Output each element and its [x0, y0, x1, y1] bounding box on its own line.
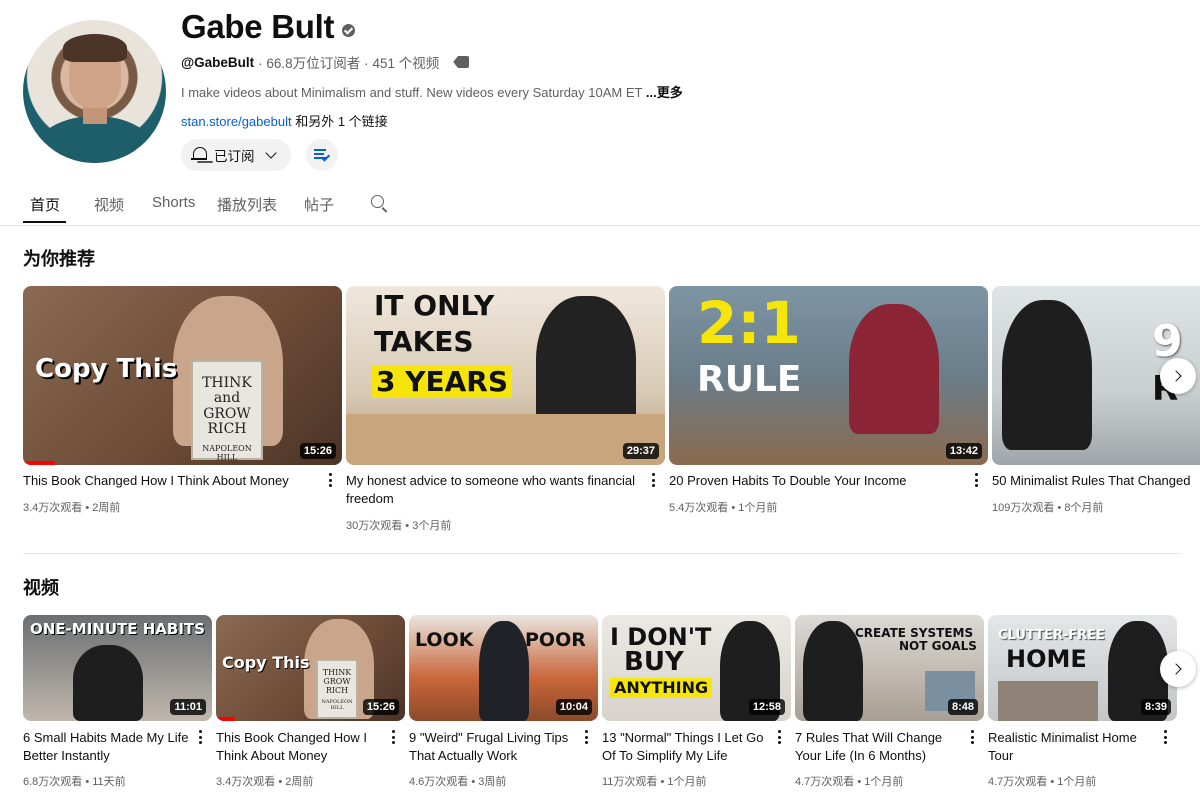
- channel-tabs: 首页 视频 Shorts 播放列表 帖子: [0, 186, 1200, 226]
- video-duration: 12:58: [748, 699, 785, 715]
- tag-icon[interactable]: [453, 56, 470, 68]
- video-thumbnail[interactable]: LOOK POOR 10:04: [409, 615, 598, 721]
- video-duration: 15:26: [362, 699, 399, 715]
- more-vert-icon[interactable]: [778, 730, 782, 746]
- video-meta: 4.6万次观看 • 3周前: [409, 776, 507, 788]
- video-meta: 4.7万次观看 • 1个月前: [795, 776, 904, 788]
- tab-videos[interactable]: 视频: [94, 194, 124, 215]
- more-vert-icon[interactable]: [585, 730, 589, 746]
- video-meta: 6.8万次观看 • 11天前: [23, 776, 126, 788]
- watch-progress-bar: [23, 461, 55, 465]
- chevron-down-icon: [264, 147, 277, 159]
- channel-name-text: Gabe Bult: [181, 8, 335, 45]
- tab-playlists[interactable]: 播放列表: [217, 194, 277, 215]
- video-meta: 5.4万次观看 • 1个月前: [669, 502, 778, 514]
- search-icon[interactable]: [371, 195, 384, 208]
- video-duration: 15:26: [299, 443, 336, 459]
- bell-icon: [191, 147, 207, 163]
- thumbnail-overlay-text: LOOK: [415, 629, 474, 651]
- video-thumbnail[interactable]: 2:1 RULE 13:42: [669, 286, 988, 465]
- book-image: THINK and GROW RICH NAPOLEON HILL: [191, 360, 263, 462]
- video-thumbnail[interactable]: CREATE SYSTEMS NOT GOALS 8:48: [795, 615, 984, 721]
- description-text: I make videos about Minimalism and stuff…: [181, 85, 643, 100]
- more-vert-icon[interactable]: [652, 473, 656, 489]
- section-title-videos: 视频: [23, 578, 59, 598]
- video-count: 451 个视频: [372, 56, 440, 71]
- video-title[interactable]: 9 "Weird" Frugal Living Tips That Actual…: [409, 729, 579, 765]
- channel-description[interactable]: I make videos about Minimalism and stuff…: [181, 82, 683, 101]
- video-title[interactable]: 13 "Normal" Things I Let Go Of To Simpli…: [602, 729, 772, 765]
- thumbnail-overlay-text: I DON'T: [610, 623, 712, 651]
- video-title[interactable]: 50 Minimalist Rules That Changed: [992, 472, 1192, 490]
- video-title[interactable]: This Book Changed How I Think About Mone…: [216, 729, 386, 765]
- subscribed-button[interactable]: 已订阅: [181, 139, 291, 171]
- more-link[interactable]: ...更多: [646, 85, 683, 100]
- video-duration: 10:04: [555, 699, 592, 715]
- more-links-label[interactable]: 和另外 1 个链接: [295, 114, 387, 129]
- video-thumbnail[interactable]: Copy This THINK and GROW RICH NAPOLEON H…: [23, 286, 342, 465]
- tab-shorts[interactable]: Shorts: [152, 194, 195, 211]
- video-thumbnail[interactable]: CLUTTER-FREE HOME 8:39: [988, 615, 1177, 721]
- subscriber-count: · 66.8万位订阅者 ·: [258, 56, 369, 71]
- verified-icon: [342, 23, 356, 37]
- video-title[interactable]: 20 Proven Habits To Double Your Income: [669, 472, 959, 490]
- video-meta: 109万次观看 • 8个月前: [992, 502, 1104, 514]
- video-title[interactable]: My honest advice to someone who wants fi…: [346, 472, 641, 508]
- chevron-right-icon[interactable]: [1160, 651, 1196, 687]
- thumbnail-overlay-text: ONE-MINUTE HABITS: [30, 620, 205, 638]
- channel-avatar[interactable]: [23, 20, 166, 163]
- video-duration: 29:37: [622, 443, 659, 459]
- channel-handle: @GabeBult: [181, 54, 255, 70]
- video-thumbnail[interactable]: I DON'T BUY ANYTHING 12:58: [602, 615, 791, 721]
- thumbnail-overlay-text: CREATE SYSTEMS: [855, 626, 974, 640]
- subscribed-label: 已订阅: [214, 149, 255, 164]
- tab-home[interactable]: 首页: [30, 194, 60, 215]
- video-thumbnail[interactable]: Copy This THINK GROW RICH NAPOLEON HILL …: [216, 615, 405, 721]
- more-vert-icon[interactable]: [975, 473, 979, 489]
- section-divider: [23, 553, 1181, 554]
- watch-progress-bar: [216, 717, 235, 721]
- video-duration: 8:39: [1140, 699, 1171, 715]
- thumbnail-overlay-text: CLUTTER-FREE: [998, 628, 1105, 643]
- channel-meta: @GabeBult · 66.8万位订阅者 · 451 个视频: [181, 52, 470, 72]
- more-vert-icon[interactable]: [199, 730, 203, 746]
- video-meta: 3.4万次观看 • 2周前: [216, 776, 314, 788]
- video-duration: 13:42: [945, 443, 982, 459]
- video-thumbnail[interactable]: IT ONLY TAKES 3 YEARS 29:37: [346, 286, 665, 465]
- thumbnail-overlay-text: Copy This: [222, 653, 310, 672]
- channel-links: stan.store/gabebult 和另外 1 个链接: [181, 111, 388, 130]
- thumbnail-overlay-text: IT ONLY: [374, 289, 495, 322]
- active-tab-indicator: [23, 221, 66, 223]
- video-meta: 30万次观看 • 3个月前: [346, 520, 452, 532]
- save-to-playlist-button[interactable]: [306, 139, 338, 171]
- section-title-recommended: 为你推荐: [23, 249, 95, 269]
- more-vert-icon[interactable]: [392, 730, 396, 746]
- external-link[interactable]: stan.store/gabebult: [181, 114, 292, 129]
- more-vert-icon[interactable]: [329, 473, 333, 489]
- video-duration: 8:48: [947, 699, 978, 715]
- thumbnail-overlay-text: Copy This: [35, 354, 178, 384]
- video-title[interactable]: 7 Rules That Will Change Your Life (In 6…: [795, 729, 965, 765]
- tab-posts[interactable]: 帖子: [304, 194, 334, 215]
- more-vert-icon[interactable]: [1164, 730, 1168, 746]
- video-title[interactable]: This Book Changed How I Think About Mone…: [23, 472, 313, 490]
- more-vert-icon[interactable]: [971, 730, 975, 746]
- thumbnail-overlay-text: 2:1: [697, 289, 801, 357]
- book-image: THINK GROW RICH NAPOLEON HILL: [316, 659, 358, 719]
- video-meta: 4.7万次观看 • 1个月前: [988, 776, 1097, 788]
- chevron-right-icon[interactable]: [1160, 358, 1196, 394]
- video-duration: 11:01: [170, 699, 206, 715]
- video-meta: 3.4万次观看 • 2周前: [23, 502, 121, 514]
- video-meta: 11万次观看 • 1个月前: [602, 776, 707, 788]
- video-title[interactable]: Realistic Minimalist Home Tour: [988, 729, 1158, 765]
- video-title[interactable]: 6 Small Habits Made My Life Better Insta…: [23, 729, 193, 765]
- video-thumbnail[interactable]: ONE-MINUTE HABITS 11:01: [23, 615, 212, 721]
- channel-title: Gabe Bult: [181, 8, 356, 46]
